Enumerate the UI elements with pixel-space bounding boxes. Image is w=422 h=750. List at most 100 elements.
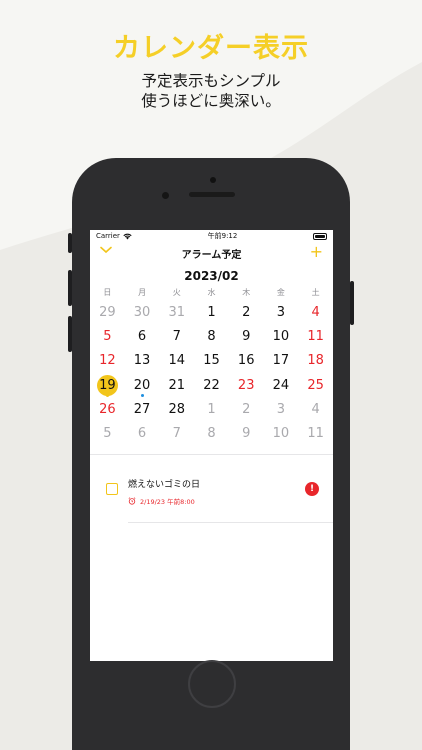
day-cell[interactable]: 25 xyxy=(298,374,333,398)
day-cell[interactable]: 26 xyxy=(90,398,125,422)
day-cell[interactable]: 17 xyxy=(264,349,299,373)
day-cell[interactable]: 14 xyxy=(159,349,194,373)
event-dot xyxy=(105,393,109,397)
day-number: 28 xyxy=(168,401,186,417)
alert-badge[interactable]: ! xyxy=(305,482,319,497)
home-button[interactable] xyxy=(188,660,236,708)
mute-switch xyxy=(68,233,72,253)
day-cell[interactable]: 21 xyxy=(159,374,194,398)
day-cell[interactable]: 4 xyxy=(298,301,333,325)
day-cell[interactable]: 9 xyxy=(229,325,264,349)
day-cell[interactable]: 7 xyxy=(159,422,194,446)
day-cell[interactable]: 18 xyxy=(298,349,333,373)
day-number: 2 xyxy=(242,305,251,320)
day-cell[interactable]: 28 xyxy=(159,398,194,422)
day-cell[interactable]: 30 xyxy=(125,301,160,325)
day-cell[interactable]: 16 xyxy=(229,349,264,373)
day-cell[interactable]: 2 xyxy=(229,301,264,325)
front-camera xyxy=(210,177,216,183)
event-datetime: 2/19/23 午前8:00 xyxy=(140,498,195,507)
day-number: 15 xyxy=(203,353,220,369)
day-number: 9 xyxy=(242,329,251,345)
volume-down-button xyxy=(68,316,72,352)
add-button[interactable]: + xyxy=(310,243,323,261)
day-cell[interactable]: 27 xyxy=(125,398,160,422)
day-cell[interactable]: 5 xyxy=(90,325,125,349)
day-number: 25 xyxy=(307,377,324,393)
day-cell[interactable]: 8 xyxy=(194,325,229,349)
promo-subline-1: 予定表示もシンプル xyxy=(141,72,281,90)
day-cell[interactable]: 13 xyxy=(125,349,160,373)
weekday-mon: 月 xyxy=(138,288,147,297)
day-cell[interactable]: 10 xyxy=(264,325,299,349)
event-title: 燃えないゴミの日 xyxy=(128,480,201,491)
day-number: 29 xyxy=(99,305,116,320)
day-cell[interactable]: 24 xyxy=(264,374,299,398)
day-number: 23 xyxy=(237,377,255,393)
earpiece-speaker xyxy=(189,192,235,197)
weekday-thu: 木 xyxy=(242,288,251,297)
day-cell[interactable]: 3 xyxy=(264,398,299,422)
day-cell[interactable]: 1 xyxy=(194,398,229,422)
day-number: 13 xyxy=(133,353,151,369)
phone-frame: Carrier 午前9:12 アラーム予定 + 2023/02 日 月 火 水 xyxy=(68,158,354,750)
day-cell[interactable]: 29 xyxy=(90,301,125,325)
day-cell[interactable]: 20 xyxy=(125,374,160,398)
day-cell[interactable]: 4 xyxy=(298,398,333,422)
day-cell[interactable]: 3 xyxy=(264,301,299,325)
weekday-sun: 日 xyxy=(103,288,112,297)
day-cell[interactable]: 6 xyxy=(125,422,160,446)
day-cell[interactable]: 31 xyxy=(159,301,194,325)
day-number: 16 xyxy=(237,353,255,369)
status-time: 午前9:12 xyxy=(207,232,238,240)
day-number: 10 xyxy=(272,329,290,345)
event-separator xyxy=(128,522,333,524)
day-cell[interactable]: 11 xyxy=(298,422,333,446)
day-cell[interactable]: 12 xyxy=(90,349,125,373)
day-cell[interactable]: 8 xyxy=(194,422,229,446)
day-cell[interactable]: 2 xyxy=(229,398,264,422)
chevron-down-icon[interactable] xyxy=(100,246,112,254)
day-cell[interactable]: 15 xyxy=(194,349,229,373)
day-cell[interactable]: 1 xyxy=(194,301,229,325)
day-cell[interactable]: 23 xyxy=(229,374,264,398)
day-cell-today[interactable]: 19 xyxy=(90,374,125,398)
day-number: 7 xyxy=(172,425,181,441)
weekday-sat: 土 xyxy=(311,288,320,297)
day-number: 6 xyxy=(137,329,147,345)
day-cell[interactable]: 7 xyxy=(159,325,194,349)
day-number: 26 xyxy=(99,401,116,417)
day-number: 17 xyxy=(272,353,290,369)
day-number: 31 xyxy=(168,305,186,320)
day-number: 10 xyxy=(272,425,290,441)
day-cell[interactable]: 9 xyxy=(229,422,264,446)
day-number: 12 xyxy=(99,353,116,369)
day-number: 24 xyxy=(272,377,290,393)
day-number: 9 xyxy=(242,425,251,441)
day-cell[interactable]: 11 xyxy=(298,325,333,349)
wifi-icon xyxy=(123,233,132,239)
app-screen: Carrier 午前9:12 アラーム予定 + 2023/02 日 月 火 水 xyxy=(90,230,333,661)
day-number: 5 xyxy=(103,425,112,441)
day-cell[interactable]: 6 xyxy=(125,325,160,349)
weekday-header: 日 月 火 水 木 金 土 xyxy=(90,287,333,299)
weekday-wed: 水 xyxy=(207,288,216,297)
promo-subline: 予定表示もシンプル 使うほどに奥深い。 xyxy=(0,71,422,111)
event-checkbox[interactable] xyxy=(106,483,118,496)
day-cell[interactable]: 5 xyxy=(90,422,125,446)
day-cell[interactable]: 10 xyxy=(264,422,299,446)
event-list-item[interactable]: 燃えないゴミの日 2/19/23 午前8:00 ! xyxy=(90,455,333,524)
day-number: 1 xyxy=(207,305,216,320)
day-number: 8 xyxy=(207,329,216,345)
day-number: 11 xyxy=(307,425,324,441)
day-cell[interactable]: 22 xyxy=(194,374,229,398)
day-number: 5 xyxy=(103,329,112,345)
promo-headline: カレンダー表示 xyxy=(113,33,309,64)
day-number: 7 xyxy=(172,329,181,345)
carrier-label: Carrier xyxy=(96,232,120,240)
day-number: 3 xyxy=(276,305,286,320)
day-number: 1 xyxy=(207,401,216,417)
volume-up-button xyxy=(68,270,72,306)
day-number: 30 xyxy=(133,305,151,320)
event-dot xyxy=(140,393,144,397)
